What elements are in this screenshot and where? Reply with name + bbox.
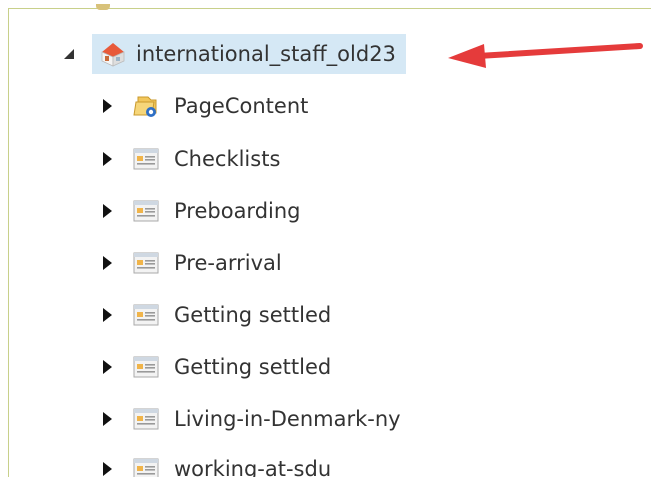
- tree-item-label: working-at-sdu: [174, 457, 332, 477]
- collapse-toggle[interactable]: [62, 44, 76, 64]
- expand-toggle[interactable]: [100, 253, 114, 273]
- tree-item[interactable]: working-at-sdu: [100, 451, 331, 477]
- expand-toggle[interactable]: [100, 357, 114, 377]
- expand-toggle[interactable]: [100, 96, 114, 116]
- tree-item[interactable]: Getting settled: [100, 297, 331, 333]
- tree-item[interactable]: Checklists: [100, 141, 280, 177]
- page-icon: [133, 304, 159, 326]
- panel-left-border: [8, 8, 9, 477]
- tree-item-label: Getting settled: [174, 303, 332, 327]
- collapsed-triangle-icon: [102, 308, 112, 322]
- page-icon: [133, 200, 159, 222]
- collapsed-triangle-icon: [102, 99, 112, 113]
- expand-toggle[interactable]: [100, 149, 114, 169]
- page-icon: [133, 408, 159, 430]
- tree-root-label: international_staff_old23: [136, 42, 396, 66]
- collapsed-triangle-icon: [102, 462, 112, 476]
- tree-item-label: Checklists: [174, 147, 281, 171]
- content-tree-panel: international_staff_old23 PageContent Ch…: [0, 0, 651, 477]
- expanded-triangle-icon: [64, 49, 74, 59]
- collapsed-triangle-icon: [102, 256, 112, 270]
- expand-toggle[interactable]: [100, 409, 114, 429]
- tree-item[interactable]: Pre-arrival: [100, 245, 282, 281]
- collapsed-triangle-icon: [102, 204, 112, 218]
- page-icon: [133, 252, 159, 274]
- collapsed-triangle-icon: [102, 152, 112, 166]
- page-icon: [133, 458, 159, 477]
- page-icon: [133, 148, 159, 170]
- tree-root-item[interactable]: international_staff_old23: [92, 34, 406, 74]
- expand-toggle[interactable]: [100, 459, 114, 477]
- tree-item-label: Preboarding: [174, 199, 301, 223]
- tree-item-label: PageContent: [174, 94, 309, 118]
- tree-item[interactable]: Living-in-Denmark-ny: [100, 401, 401, 437]
- partial-icon-above: [96, 4, 110, 10]
- tree-item-label: Getting settled: [174, 355, 332, 379]
- tree-root-node: international_staff_old23: [62, 34, 406, 74]
- folder-icon: [133, 96, 157, 117]
- expand-toggle[interactable]: [100, 305, 114, 325]
- tree-item[interactable]: Getting settled: [100, 349, 331, 385]
- red-pointer-arrow-icon: [448, 43, 643, 68]
- expand-toggle[interactable]: [100, 201, 114, 221]
- home-icon: [101, 43, 125, 67]
- tree-item-label: Pre-arrival: [174, 251, 282, 275]
- page-icon: [133, 356, 159, 378]
- tree-item[interactable]: Preboarding: [100, 193, 301, 229]
- tree-item-label: Living-in-Denmark-ny: [174, 407, 401, 431]
- collapsed-triangle-icon: [102, 412, 112, 426]
- collapsed-triangle-icon: [102, 360, 112, 374]
- tree-item[interactable]: PageContent: [100, 88, 308, 124]
